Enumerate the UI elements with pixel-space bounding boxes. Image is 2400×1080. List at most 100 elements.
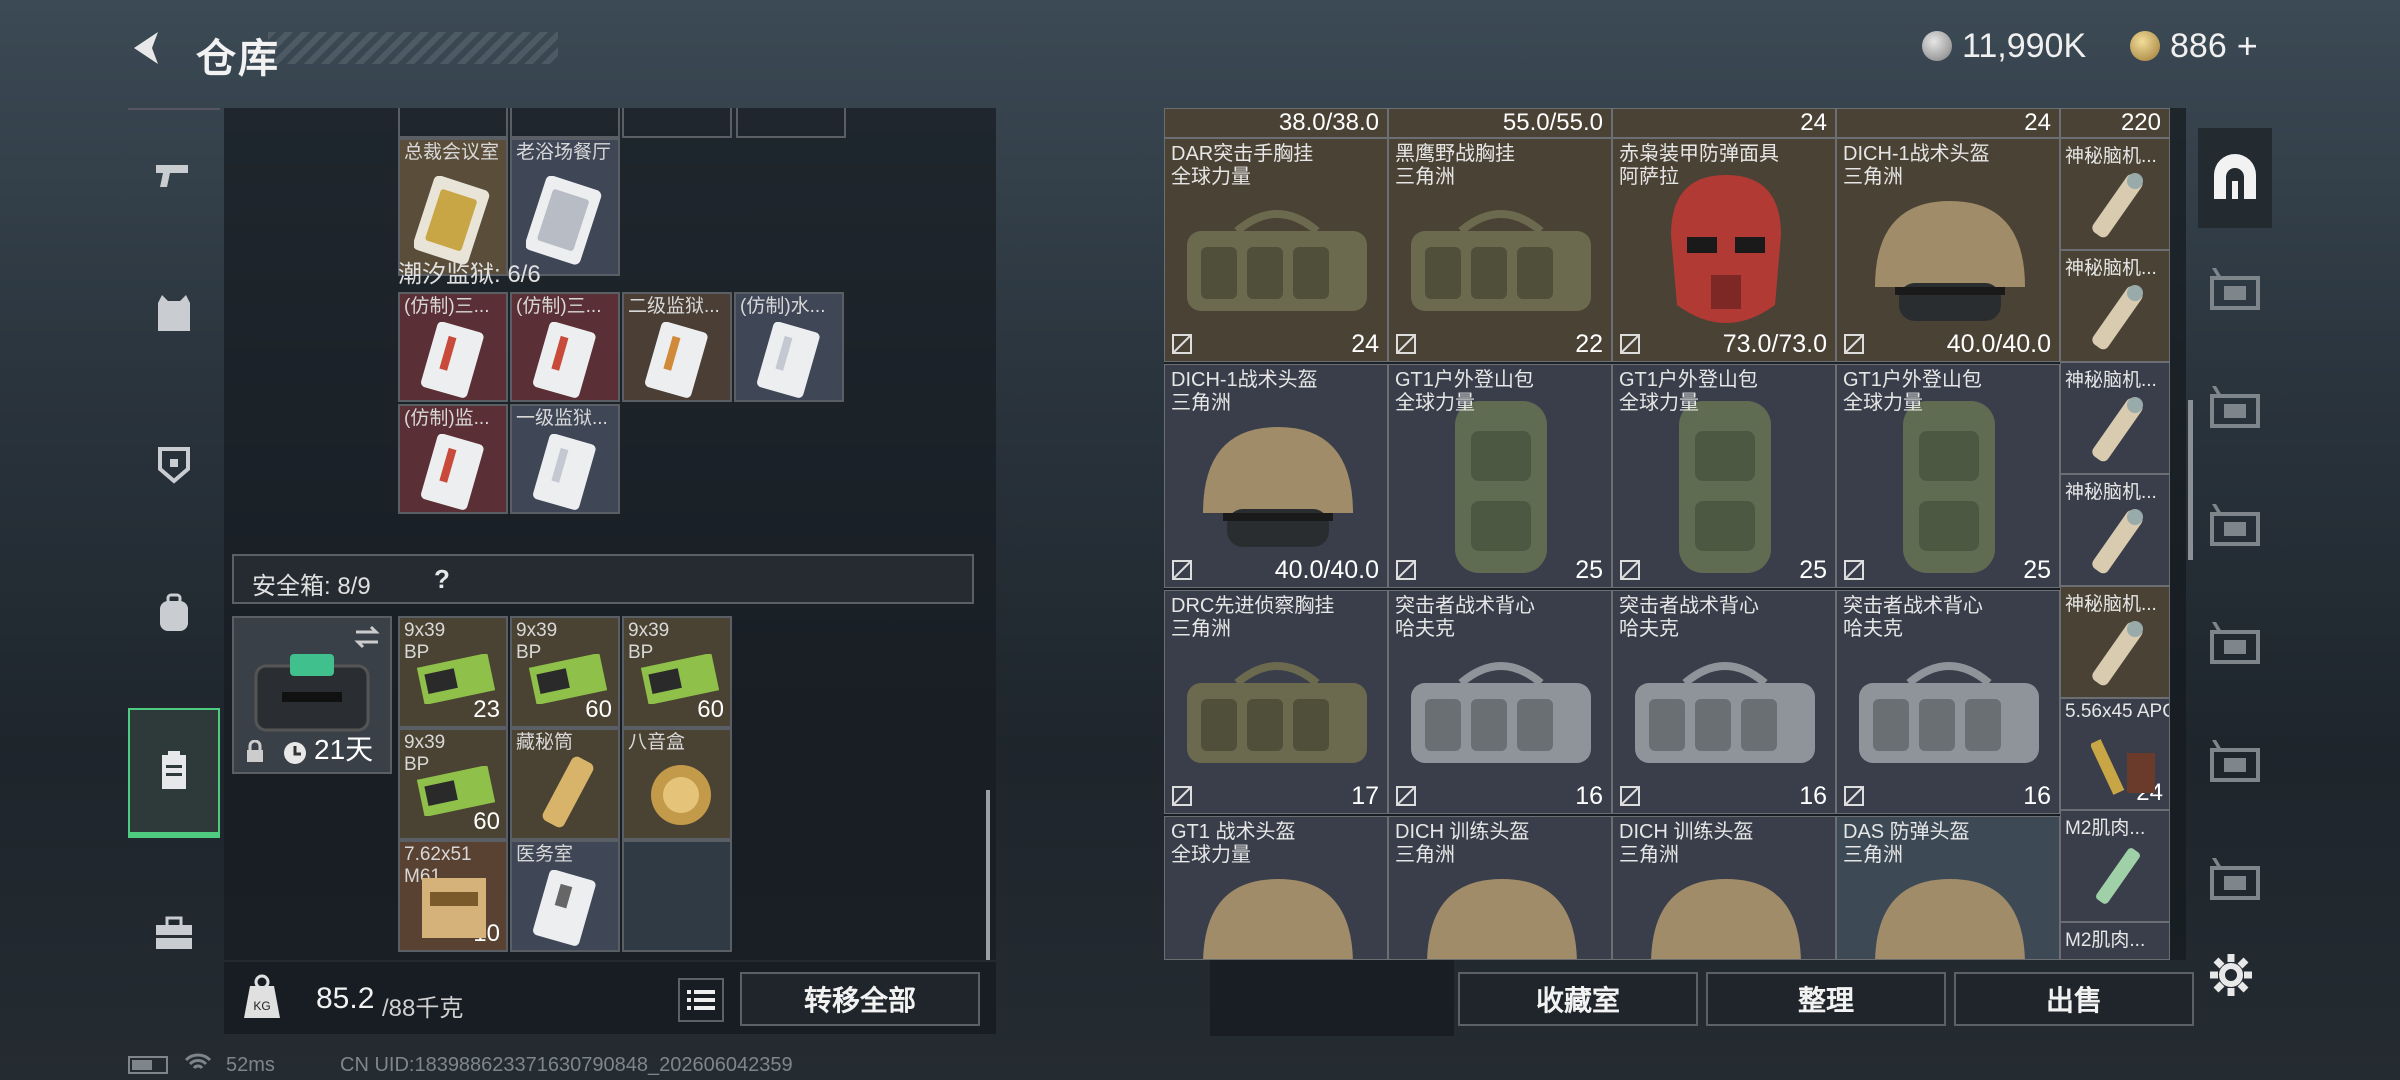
partial-grid-cell[interactable]: 55.0/55.0 bbox=[1388, 108, 1612, 138]
side-grid-item[interactable]: 神秘脑机... bbox=[2060, 474, 2170, 586]
item-faction: 哈夫克 bbox=[1619, 618, 1679, 640]
ammo-box-icon bbox=[416, 654, 496, 704]
storage-page-tab[interactable] bbox=[2198, 238, 2272, 338]
grid-item[interactable]: GT1户外登山包 全球力量 25 bbox=[1836, 364, 2060, 588]
tab-backpack[interactable] bbox=[128, 548, 220, 678]
grid-item[interactable]: DICH-1战术头盔 三角洲 40.0/40.0 bbox=[1836, 138, 2060, 362]
grid-item[interactable]: 突击者战术背心 哈夫克 16 bbox=[1836, 590, 2060, 814]
tab-briefcase[interactable] bbox=[128, 868, 220, 998]
safe-box-slot[interactable]: 21天 bbox=[232, 616, 392, 774]
partial-slot[interactable] bbox=[736, 108, 846, 138]
item-value: 24 bbox=[1351, 330, 1379, 358]
side-grid-item[interactable]: 神秘脑机... bbox=[2060, 138, 2170, 250]
sell-button[interactable]: 出售 bbox=[1954, 972, 2194, 1026]
grid-item[interactable]: DRC先进侦察胸挂 三角洲 17 bbox=[1164, 590, 1388, 814]
key-card-slot[interactable]: (仿制)三... bbox=[398, 292, 508, 402]
partial-grid-cell[interactable]: 24 bbox=[1612, 108, 1836, 138]
storage-page-tab[interactable] bbox=[2198, 710, 2272, 810]
key-card-slot[interactable]: 一级监狱... bbox=[510, 404, 620, 514]
back-icon[interactable] bbox=[128, 28, 168, 68]
side-grid-item[interactable]: M2肌肉... bbox=[2060, 922, 2170, 960]
pistol-icon bbox=[156, 165, 188, 187]
item-name: DAR突击手胸挂 bbox=[1171, 143, 1314, 165]
transfer-all-button[interactable]: 转移全部 bbox=[740, 972, 980, 1026]
partial-grid-cell[interactable]: 24 bbox=[1836, 108, 2060, 138]
grid-item[interactable]: 黑鹰野战胸挂 三角洲 22 bbox=[1388, 138, 1612, 362]
safe-item-slot[interactable]: 9x39 BP 60 bbox=[510, 616, 620, 728]
storage-page-tab[interactable] bbox=[2198, 128, 2272, 228]
grid-item[interactable]: DAS 防弹头盔 三角洲 bbox=[1836, 816, 2060, 960]
safe-item-slot[interactable]: 八音盒 bbox=[622, 728, 732, 840]
storage-page-tab[interactable] bbox=[2198, 592, 2272, 692]
sort-button[interactable]: 整理 bbox=[1706, 972, 1946, 1026]
safe-item-slot[interactable]: 7.62x51 M61 10 bbox=[398, 840, 508, 952]
grid-item[interactable]: 赤枭装甲防弹面具 阿萨拉 73.0/73.0 bbox=[1612, 138, 1836, 362]
key-card-slot[interactable]: 二级监狱... bbox=[622, 292, 732, 402]
gold-currency[interactable]: 886 + bbox=[2130, 25, 2258, 67]
side-grid-item[interactable]: 神秘脑机... bbox=[2060, 586, 2170, 698]
key-card-icon bbox=[533, 322, 596, 398]
item-faction: 全球力量 bbox=[1171, 844, 1251, 866]
tab-armor[interactable] bbox=[128, 398, 220, 528]
item-name: 黑鹰野战胸挂 bbox=[1395, 143, 1515, 165]
grid-item[interactable]: 突击者战术背心 哈夫克 16 bbox=[1612, 590, 1836, 814]
storage-page-tab[interactable] bbox=[2198, 828, 2272, 928]
grid-scrollbar[interactable] bbox=[2188, 400, 2193, 560]
grid-item[interactable]: GT1 战术头盔 全球力量 bbox=[1164, 816, 1388, 960]
no-insure-icon bbox=[1620, 334, 1640, 354]
uid-text: CN UID:18398862337163079084​8_2026060423… bbox=[340, 1054, 793, 1076]
item-name: M2肌肉... bbox=[2065, 818, 2146, 839]
tab-container[interactable] bbox=[128, 708, 220, 838]
item-name: GT1 战术头盔 bbox=[1171, 821, 1296, 843]
swap-icon[interactable] bbox=[352, 622, 382, 652]
side-grid-item[interactable]: 5.56x45 APC24 bbox=[2060, 698, 2170, 810]
item-value: 40.0/40.0 bbox=[1946, 330, 2051, 358]
partial-slot[interactable] bbox=[622, 108, 732, 138]
safe-item-slot[interactable] bbox=[622, 840, 732, 952]
storage-page-tab[interactable] bbox=[2198, 356, 2272, 456]
side-grid-item[interactable]: 神秘脑机... bbox=[2060, 250, 2170, 362]
side-grid-item[interactable]: M2肌肉... bbox=[2060, 810, 2170, 922]
side-grid-item[interactable]: 神秘脑机... bbox=[2060, 362, 2170, 474]
settings-gear-icon[interactable] bbox=[2208, 952, 2254, 998]
item-value: 25 bbox=[1799, 556, 1827, 584]
tab-pistol[interactable] bbox=[128, 108, 220, 240]
list-view-button[interactable] bbox=[678, 978, 724, 1022]
safe-item-slot[interactable]: 9x39 BP 60 bbox=[622, 616, 732, 728]
item-value: 22 bbox=[1575, 330, 1603, 358]
grid-item[interactable]: DAR突击手胸挂 全球力量 24 bbox=[1164, 138, 1388, 362]
grid-item[interactable]: GT1户外登山包 全球力量 25 bbox=[1388, 364, 1612, 588]
safe-item-slot[interactable]: 9x39 BP 23 bbox=[398, 616, 508, 728]
item-name: DICH 训练头盔 bbox=[1619, 821, 1754, 843]
key-card-slot[interactable]: (仿制)三... bbox=[510, 292, 620, 402]
partial-slot[interactable] bbox=[510, 108, 620, 138]
item-name: DAS 防弹头盔 bbox=[1843, 821, 1970, 843]
weight-icon: KG bbox=[242, 974, 282, 1020]
item-value: 17 bbox=[1351, 782, 1379, 810]
item-name: 5.56x45 APC bbox=[2065, 701, 2170, 722]
warehouse-grid-panel: 38.0/38.0 55.0/55.0 24 24 220 DAR突击手胸挂 全球力量 24… bbox=[1164, 108, 2186, 960]
key-card-slot[interactable]: (仿制)监... bbox=[398, 404, 508, 514]
partial-grid-cell[interactable]: 220 bbox=[2060, 108, 2170, 138]
safe-item-slot[interactable]: 医务室 bbox=[510, 840, 620, 952]
collection-room-button[interactable]: 收藏室 bbox=[1458, 972, 1698, 1026]
item-value: 40.0/40.0 bbox=[1274, 556, 1379, 584]
storage-page-tab[interactable] bbox=[2198, 474, 2272, 574]
grid-item[interactable]: 突击者战术背心 哈夫克 16 bbox=[1388, 590, 1612, 814]
tab-vest[interactable] bbox=[128, 248, 220, 378]
add-currency-button[interactable]: + bbox=[2237, 25, 2258, 67]
no-insure-icon bbox=[1396, 334, 1416, 354]
key-card-slot[interactable]: (仿制)水... bbox=[734, 292, 844, 402]
grid-item[interactable]: DICH-1战术头盔 三角洲 40.0/40.0 bbox=[1164, 364, 1388, 588]
item-name: 一级监狱... bbox=[516, 408, 608, 429]
grid-item[interactable]: GT1户外登山包 全球力量 25 bbox=[1612, 364, 1836, 588]
partial-grid-cell[interactable]: 38.0/38.0 bbox=[1164, 108, 1388, 138]
help-icon[interactable]: ? bbox=[434, 564, 450, 595]
safe-item-slot[interactable]: 藏秘筒 bbox=[510, 728, 620, 840]
grid-item[interactable]: DICH 训练头盔 三角洲 bbox=[1388, 816, 1612, 960]
partial-slot[interactable] bbox=[398, 108, 508, 138]
grid-item[interactable]: DICH 训练头盔 三角洲 bbox=[1612, 816, 1836, 960]
safe-item-slot[interactable]: 9x39 BP 60 bbox=[398, 728, 508, 840]
armor-plate-icon bbox=[158, 447, 190, 484]
left-scrollbar[interactable] bbox=[986, 790, 990, 960]
